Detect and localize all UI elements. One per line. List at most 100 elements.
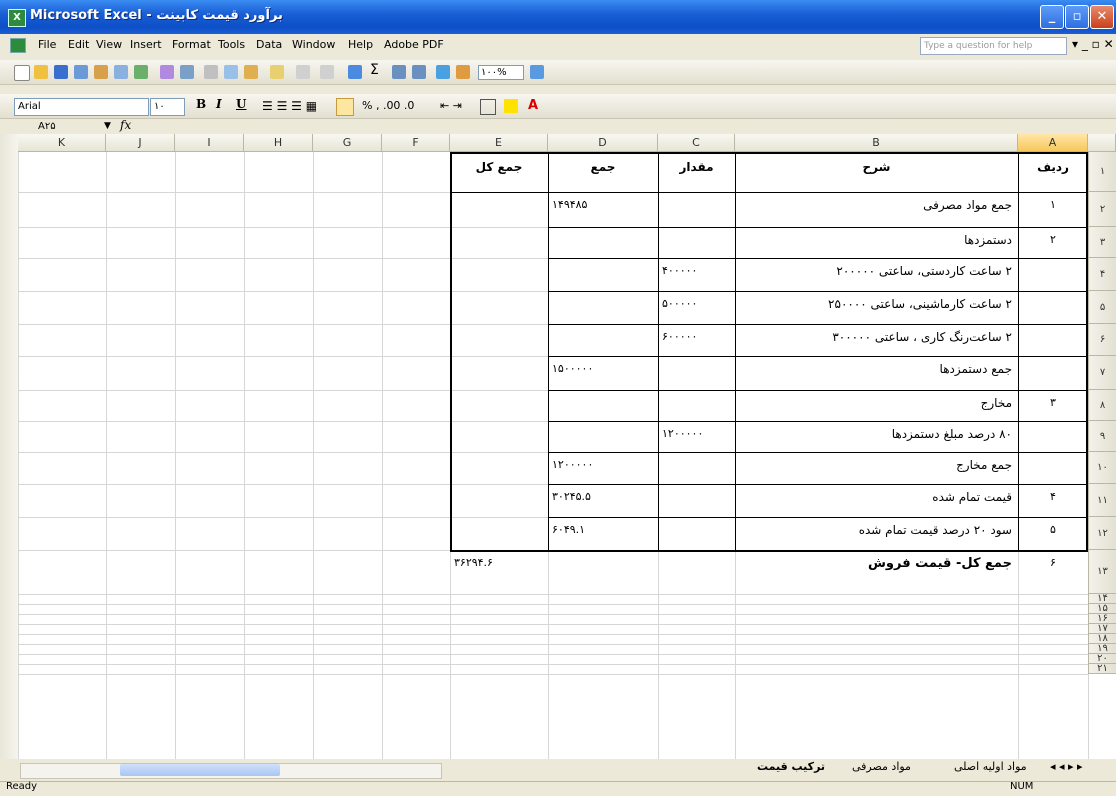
name-box-dropdown-icon[interactable]: ▼ bbox=[104, 121, 111, 131]
menu-format[interactable]: Format bbox=[172, 38, 211, 51]
row-header[interactable]: ۹ bbox=[1088, 421, 1116, 452]
row-header[interactable]: ۶ bbox=[1088, 324, 1116, 356]
cell-meqdar[interactable]: ۶۰۰۰۰۰ bbox=[662, 330, 732, 343]
font-name-select[interactable]: Arial bbox=[14, 98, 149, 116]
cell-jam_kol[interactable]: ۳۶۲۹۴.۶ bbox=[454, 556, 545, 569]
column-header-c[interactable]: C bbox=[658, 134, 735, 152]
cell-meqdar[interactable]: ۱۲۰۰۰۰۰ bbox=[662, 427, 732, 440]
column-header-h[interactable]: H bbox=[244, 134, 313, 152]
cell-radif[interactable]: ۲ bbox=[1018, 233, 1088, 246]
cell-jam[interactable]: ۱۴۹۴۸۵ bbox=[552, 198, 650, 211]
row-header[interactable]: ۱ bbox=[1088, 152, 1116, 192]
cut-icon[interactable] bbox=[204, 65, 218, 79]
cell-sharh[interactable]: جمع مواد مصرفی bbox=[740, 198, 1012, 212]
ask-question-input[interactable]: Type a question for help bbox=[920, 37, 1067, 55]
italic-button[interactable]: I bbox=[216, 97, 222, 111]
print-preview-icon[interactable] bbox=[134, 65, 148, 79]
align-buttons[interactable]: ☰ ☰ ☰ ▦ bbox=[262, 99, 317, 113]
row-header[interactable]: ۱۳ bbox=[1088, 550, 1116, 594]
permission-icon[interactable] bbox=[74, 65, 88, 79]
cell-sharh[interactable]: مخارج bbox=[740, 396, 1012, 410]
font-color-icon[interactable]: A bbox=[528, 98, 538, 113]
cell-jam[interactable]: ۳۰۲۴۵.۵ bbox=[552, 490, 650, 503]
cell-sharh[interactable]: جمع مخارج bbox=[740, 458, 1012, 472]
menu-help[interactable]: Help bbox=[348, 38, 373, 51]
column-header-i[interactable]: I bbox=[175, 134, 244, 152]
header-jam[interactable]: جمع bbox=[548, 160, 658, 174]
save-icon[interactable] bbox=[54, 65, 68, 79]
menu-window[interactable]: Window bbox=[292, 38, 335, 51]
spelling-icon[interactable] bbox=[160, 65, 174, 79]
hyperlink-icon[interactable] bbox=[348, 65, 362, 79]
cell-sharh[interactable]: جمع کل- قیمت فروش bbox=[740, 556, 1012, 571]
header-jam_kol[interactable]: جمع کل bbox=[450, 160, 548, 174]
row-header[interactable]: ۱۰ bbox=[1088, 452, 1116, 484]
undo-icon[interactable] bbox=[296, 65, 310, 79]
column-header-k[interactable]: K bbox=[18, 134, 106, 152]
sheet-tab-3[interactable]: مواد اولیه اصلی bbox=[954, 760, 1027, 773]
sort-ascending-icon[interactable] bbox=[392, 65, 406, 79]
cell-radif[interactable]: ۳ bbox=[1018, 396, 1088, 409]
drawing-icon[interactable] bbox=[456, 65, 470, 79]
autosum-icon[interactable]: Σ bbox=[370, 62, 379, 78]
row-header[interactable]: ۳ bbox=[1088, 227, 1116, 258]
cell-sharh[interactable]: سود ۲۰ درصد قیمت تمام شده bbox=[740, 523, 1012, 537]
worksheet-grid[interactable]: K J I H G F E D C B A ۱ ۲ ۳ ۴ ۵ ۶ ۷ ۸ ۹ ۱۰ ۱۱ ۱۲ ۱۳ ۱۴ ۱۵ ۱۶ ۱۷ ۱۸ ۱۹… bbox=[0, 134, 1116, 759]
excel-icon[interactable]: X bbox=[8, 9, 26, 27]
header-meqdar[interactable]: مقدار bbox=[658, 160, 735, 174]
chart-wizard-icon[interactable] bbox=[436, 65, 450, 79]
row-header[interactable]: ۱۱ bbox=[1088, 484, 1116, 517]
copy-icon[interactable] bbox=[224, 65, 238, 79]
header-radif[interactable]: ردیف bbox=[1018, 160, 1088, 174]
cell-sharh[interactable]: قیمت تمام شده bbox=[740, 490, 1012, 504]
close-button[interactable]: ✕ bbox=[1090, 5, 1114, 29]
cell-meqdar[interactable]: ۵۰۰۰۰۰ bbox=[662, 297, 732, 310]
indent-buttons[interactable]: ⇤ ⇥ bbox=[440, 99, 462, 112]
sheet-tab-active[interactable]: ترکیب قیمت bbox=[757, 760, 825, 773]
cell-sharh[interactable]: دستمزدها bbox=[740, 233, 1012, 247]
doc-window-controls[interactable]: ▾ _ ▫ ✕ bbox=[1072, 37, 1114, 51]
print-icon[interactable] bbox=[114, 65, 128, 79]
cell-sharh[interactable]: ۲ ساعت کارماشینی، ساعتی ۲۵۰۰۰۰ bbox=[740, 297, 1012, 311]
scrollbar-thumb[interactable] bbox=[120, 764, 280, 776]
new-icon[interactable] bbox=[14, 65, 30, 81]
format-painter-icon[interactable] bbox=[270, 65, 284, 79]
rtl-direction-button[interactable] bbox=[336, 98, 354, 116]
email-icon[interactable] bbox=[94, 65, 108, 79]
maximize-button[interactable]: ▫ bbox=[1065, 5, 1089, 29]
vertical-scrollbar[interactable] bbox=[0, 134, 19, 759]
cell-sharh[interactable]: ۲ ساعت کاردستی، ساعتی ۲۰۰۰۰۰ bbox=[740, 264, 1012, 278]
fx-icon[interactable]: fx bbox=[120, 118, 131, 132]
cell-sharh[interactable]: جمع دستمزدها bbox=[740, 362, 1012, 376]
open-icon[interactable] bbox=[34, 65, 48, 79]
menu-edit[interactable]: Edit bbox=[68, 38, 89, 51]
column-header-d[interactable]: D bbox=[548, 134, 658, 152]
cell-jam[interactable]: ۱۲۰۰۰۰۰ bbox=[552, 458, 650, 471]
bold-button[interactable]: B bbox=[196, 97, 206, 111]
sort-descending-icon[interactable] bbox=[412, 65, 426, 79]
row-header[interactable]: ۸ bbox=[1088, 390, 1116, 421]
cell-meqdar[interactable]: ۴۰۰۰۰۰ bbox=[662, 264, 732, 277]
row-header[interactable]: ۲۱ bbox=[1088, 664, 1116, 674]
column-header-f[interactable]: F bbox=[382, 134, 450, 152]
cell-sharh[interactable]: ۸۰ درصد مبلغ دستمزدها bbox=[740, 427, 1012, 441]
column-header-a[interactable]: A bbox=[1018, 134, 1088, 152]
minimize-button[interactable]: _ bbox=[1040, 5, 1064, 29]
cell-sharh[interactable]: ۲ ساعت‌رنگ کاری ، ساعتی ۳۰۰۰۰۰ bbox=[740, 330, 1012, 344]
sheet-tab-2[interactable]: مواد مصرفی bbox=[852, 760, 911, 773]
menu-file[interactable]: File bbox=[38, 38, 56, 51]
row-header[interactable]: ۴ bbox=[1088, 258, 1116, 291]
row-header[interactable]: ۵ bbox=[1088, 291, 1116, 324]
cell-radif[interactable]: ۶ bbox=[1018, 556, 1088, 569]
name-box[interactable]: A۲۵ bbox=[38, 120, 98, 133]
redo-icon[interactable] bbox=[320, 65, 334, 79]
column-header-b[interactable]: B bbox=[735, 134, 1018, 152]
document-icon[interactable] bbox=[10, 38, 26, 53]
row-header[interactable]: ۲ bbox=[1088, 192, 1116, 227]
menu-insert[interactable]: Insert bbox=[130, 38, 162, 51]
menu-tools[interactable]: Tools bbox=[218, 38, 245, 51]
menu-data[interactable]: Data bbox=[256, 38, 282, 51]
paste-icon[interactable] bbox=[244, 65, 258, 79]
cell-radif[interactable]: ۱ bbox=[1018, 198, 1088, 211]
menu-view[interactable]: View bbox=[96, 38, 122, 51]
